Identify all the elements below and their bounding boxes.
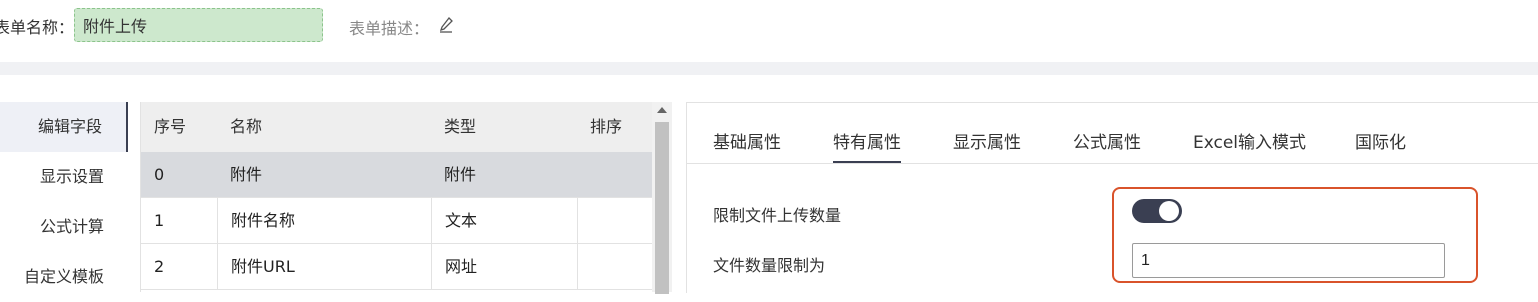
file-limit-label: 文件数量限制为 <box>713 256 826 275</box>
scrollbar-thumb[interactable] <box>655 122 669 294</box>
form-desc-label: 表单描述： <box>349 19 430 38</box>
side-item-formula[interactable]: 公式计算 <box>0 202 128 252</box>
side-item-custom-template[interactable]: 自定义模板 <box>0 252 128 302</box>
cell-name: 附件名称 <box>217 198 431 243</box>
cell-name: 附件 <box>230 165 263 184</box>
field-table: 序号 名称 类型 排序 0 附件 附件 1 附件名称 文本 2 附件URL 网址 <box>140 102 653 292</box>
cell-type: 附件 <box>444 165 477 184</box>
side-item-edit-fields[interactable]: 编辑字段 <box>0 102 128 152</box>
table-row[interactable]: 0 附件 附件 <box>141 152 653 198</box>
tab-specific-properties[interactable]: 特有属性 <box>833 128 901 163</box>
toggle-knob <box>1159 201 1179 221</box>
column-header-type: 类型 <box>444 117 477 136</box>
property-tabs: 基础属性 特有属性 显示属性 公式属性 Excel输入模式 国际化 <box>687 103 1538 164</box>
form-name-label: 表单名称： <box>0 18 75 37</box>
cell-type: 网址 <box>431 244 577 289</box>
cell-sort <box>577 198 653 243</box>
cell-index: 1 <box>154 211 165 230</box>
table-header: 序号 名称 类型 排序 <box>141 102 653 152</box>
tab-formula-properties[interactable]: 公式属性 <box>1073 128 1141 153</box>
form-name-input[interactable] <box>74 8 323 42</box>
arrow-up-icon[interactable] <box>657 107 667 113</box>
cell-index: 2 <box>154 257 165 276</box>
column-header-name: 名称 <box>230 117 263 136</box>
side-item-display-settings[interactable]: 显示设置 <box>0 152 128 202</box>
column-header-sort: 排序 <box>590 117 623 136</box>
cell-index: 0 <box>154 165 165 184</box>
cell-name: 附件URL <box>217 244 431 289</box>
pencil-icon[interactable] <box>438 16 454 34</box>
cell-sort <box>577 152 653 197</box>
limit-upload-toggle[interactable] <box>1132 199 1182 223</box>
column-header-index: 序号 <box>154 117 187 136</box>
tab-basic-properties[interactable]: 基础属性 <box>713 128 781 153</box>
cell-sort <box>577 244 653 289</box>
table-scrollbar[interactable] <box>652 102 672 294</box>
table-row[interactable]: 2 附件URL 网址 <box>141 244 653 290</box>
tab-internationalization[interactable]: 国际化 <box>1355 128 1406 153</box>
limit-upload-label: 限制文件上传数量 <box>713 206 842 225</box>
property-panel: 基础属性 特有属性 显示属性 公式属性 Excel输入模式 国际化 限制文件上传… <box>686 102 1538 293</box>
table-row[interactable]: 1 附件名称 文本 <box>141 198 653 244</box>
section-divider <box>0 62 1538 75</box>
tab-excel-input-mode[interactable]: Excel输入模式 <box>1193 128 1306 153</box>
side-menu: 编辑字段 显示设置 公式计算 自定义模板 <box>0 102 128 292</box>
file-limit-input[interactable] <box>1132 243 1445 278</box>
tab-display-properties[interactable]: 显示属性 <box>953 128 1021 153</box>
cell-type: 文本 <box>431 198 577 243</box>
